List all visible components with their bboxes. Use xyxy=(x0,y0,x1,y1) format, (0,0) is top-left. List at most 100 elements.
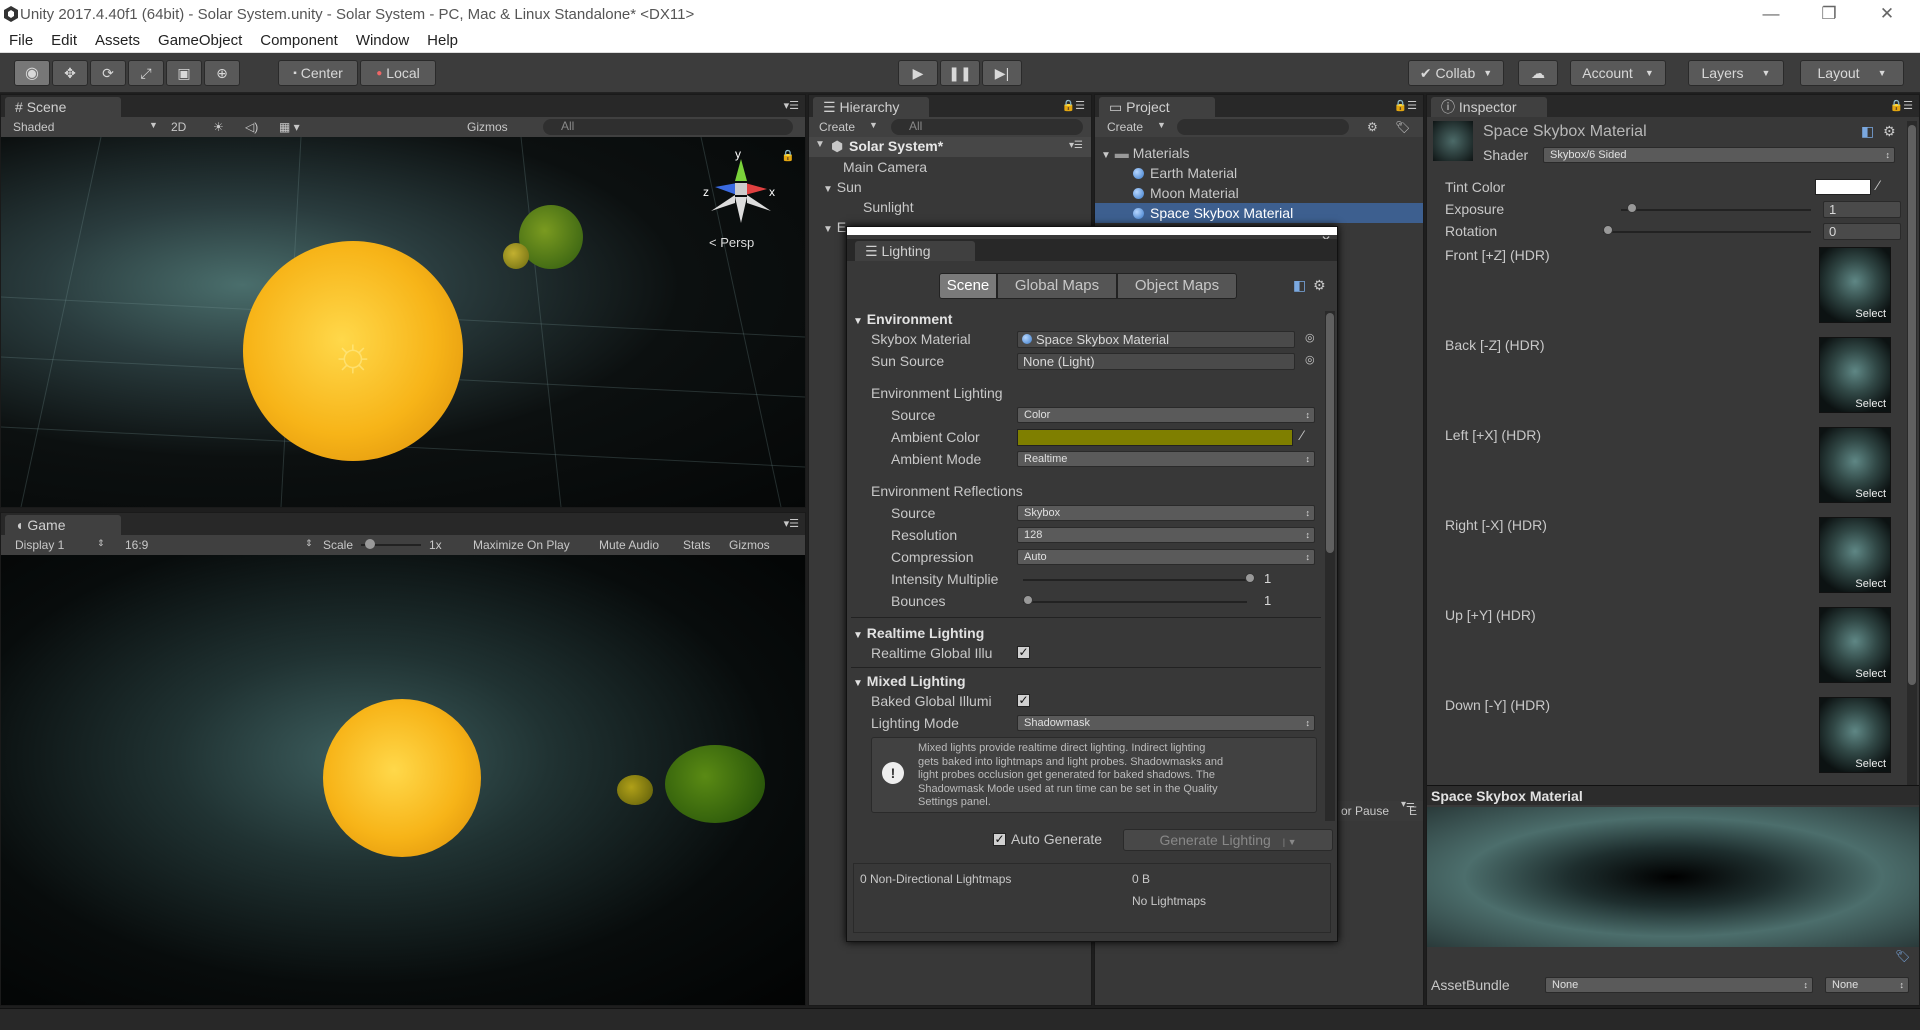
pivot-local-button[interactable]: ● Local xyxy=(360,60,436,86)
project-item-moon-material[interactable]: Moon Material xyxy=(1133,185,1239,201)
intensity-slider[interactable] xyxy=(1023,579,1247,581)
realtime-gi-checkbox[interactable]: ✓ xyxy=(1017,646,1030,659)
aspect-dropdown[interactable]: 16:9 xyxy=(125,538,148,552)
display-dropdown[interactable]: Display 1 xyxy=(15,538,64,552)
lock-icon[interactable]: 🔒 xyxy=(781,149,795,162)
lighting-toggle-icon[interactable]: ☀ xyxy=(213,120,224,134)
generate-lighting-button[interactable]: Generate Lighting | ▼ xyxy=(1123,829,1333,851)
select-label[interactable]: Select xyxy=(1855,578,1886,590)
earth-object[interactable] xyxy=(519,205,583,269)
bounces-slider-knob[interactable] xyxy=(1023,595,1033,605)
panel-menu-icon[interactable]: ▾☰ xyxy=(1401,801,1415,810)
account-button[interactable]: Account ▼ xyxy=(1570,60,1666,86)
help-book-icon[interactable]: ◧ xyxy=(1861,123,1874,140)
tab-scene[interactable]: # Scene xyxy=(5,97,121,117)
scene-search-input[interactable]: All xyxy=(543,119,793,135)
panel-menu-icon[interactable]: ▾☰ xyxy=(784,517,799,530)
assetbundle-variant-dropdown[interactable]: None xyxy=(1825,977,1909,993)
select-label[interactable]: Select xyxy=(1855,758,1886,770)
face-texture-down[interactable]: Select xyxy=(1819,697,1891,773)
lighting-mode-dropdown[interactable]: Shadowmask xyxy=(1017,715,1315,731)
menu-file[interactable]: File xyxy=(0,32,42,49)
face-texture-back[interactable]: Select xyxy=(1819,337,1891,413)
pivot-center-button[interactable]: ▪ Center xyxy=(278,60,358,86)
intensity-slider-knob[interactable] xyxy=(1245,573,1255,583)
shader-dropdown[interactable]: Skybox/6 Sided xyxy=(1543,147,1895,163)
skybox-preview[interactable] xyxy=(1427,807,1919,947)
filter-type-icon[interactable]: ⚙ xyxy=(1367,120,1378,134)
menu-help[interactable]: Help xyxy=(418,32,467,49)
project-item-space-skybox-material[interactable]: Space Skybox Material xyxy=(1095,203,1423,223)
game-gizmos-dropdown[interactable]: Gizmos xyxy=(729,538,770,552)
rotation-slider[interactable] xyxy=(1603,231,1811,233)
exposure-slider-knob[interactable] xyxy=(1627,203,1637,213)
hierarchy-item-sun[interactable]: ▼ Sun xyxy=(823,179,862,195)
game-viewport[interactable] xyxy=(1,555,805,1005)
hierarchy-item-main-camera[interactable]: Main Camera xyxy=(843,159,927,175)
scene-viewport[interactable]: ☼ y x z 🔒 < Persp xyxy=(1,137,805,507)
persp-label[interactable]: < Persp xyxy=(709,235,754,250)
refl-source-dropdown[interactable]: Skybox xyxy=(1017,505,1315,521)
env-source-dropdown[interactable]: Color xyxy=(1017,407,1315,423)
collab-button[interactable]: ✔ Collab ▼ xyxy=(1408,60,1504,86)
realtime-lighting-header[interactable]: ▼ Realtime Lighting xyxy=(853,625,984,641)
transform-tool-button[interactable]: ⊕ xyxy=(204,60,240,86)
settings-gear-icon[interactable]: ⚙ xyxy=(1883,123,1896,140)
help-book-icon[interactable]: ◧ xyxy=(1293,277,1306,294)
audio-toggle-icon[interactable]: ◁) xyxy=(245,120,258,134)
baked-gi-checkbox[interactable]: ✓ xyxy=(1017,694,1030,707)
resolution-dropdown[interactable]: 128 xyxy=(1017,527,1315,543)
sun-source-field[interactable]: None (Light) xyxy=(1017,353,1295,370)
mute-audio-toggle[interactable]: Mute Audio xyxy=(599,538,659,552)
select-label[interactable]: Select xyxy=(1855,398,1886,410)
compression-dropdown[interactable]: Auto xyxy=(1017,549,1315,565)
face-texture-up[interactable]: Select xyxy=(1819,607,1891,683)
cloud-button[interactable]: ☁ xyxy=(1518,60,1558,86)
tag-icon[interactable]: 🏷 xyxy=(1895,949,1910,963)
hand-tool-button[interactable]: ◉ xyxy=(14,60,50,86)
pause-button[interactable]: ❚❚ xyxy=(940,60,980,86)
lock-menu-icon[interactable]: 🔒☰ xyxy=(1889,99,1913,112)
menu-component[interactable]: Component xyxy=(251,32,347,49)
lighting-window-titlebar[interactable] xyxy=(847,227,1337,235)
exposure-field[interactable]: 1 xyxy=(1823,201,1901,218)
lighting-tab-global-maps[interactable]: Global Maps xyxy=(997,273,1117,299)
maximize-on-play-toggle[interactable]: Maximize On Play xyxy=(473,538,570,552)
lighting-scrollbar[interactable] xyxy=(1325,311,1335,821)
menu-assets[interactable]: Assets xyxy=(86,32,149,49)
project-folder-materials[interactable]: ▼ ▬ Materials xyxy=(1101,145,1189,161)
lock-menu-icon[interactable]: 🔒☰ xyxy=(1061,99,1085,112)
expand-icon[interactable]: ▼ xyxy=(815,139,825,150)
select-label[interactable]: Select xyxy=(1855,668,1886,680)
stats-toggle[interactable]: Stats xyxy=(683,538,710,552)
lighting-tab-object-maps[interactable]: Object Maps xyxy=(1117,273,1237,299)
ambient-mode-dropdown[interactable]: Realtime xyxy=(1017,451,1315,467)
bounces-field[interactable]: 1 xyxy=(1259,593,1317,610)
hierarchy-item-sunlight[interactable]: Sunlight xyxy=(863,199,914,215)
error-pause-toggle[interactable]: or Pause xyxy=(1341,804,1389,818)
restore-button[interactable]: ❐ xyxy=(1804,0,1854,29)
object-picker-icon[interactable]: ◎ xyxy=(1305,331,1315,344)
filter-label-icon[interactable]: 🏷 xyxy=(1395,120,1410,134)
project-search-input[interactable] xyxy=(1177,119,1349,135)
face-texture-front[interactable]: Select xyxy=(1819,247,1891,323)
exposure-slider[interactable] xyxy=(1621,209,1811,211)
menu-edit[interactable]: Edit xyxy=(42,32,86,49)
face-texture-left[interactable]: Select xyxy=(1819,427,1891,503)
hierarchy-create-dropdown[interactable]: Create xyxy=(819,120,855,134)
rotate-tool-button[interactable]: ⟳ xyxy=(90,60,126,86)
move-tool-button[interactable]: ✥ xyxy=(52,60,88,86)
project-create-dropdown[interactable]: Create xyxy=(1107,120,1143,134)
project-item-earth-material[interactable]: Earth Material xyxy=(1133,165,1237,181)
close-button[interactable]: ✕ xyxy=(1862,0,1912,29)
settings-gear-icon[interactable]: ⚙ xyxy=(1313,277,1326,294)
2d-toggle[interactable]: 2D xyxy=(171,120,186,134)
scale-tool-button[interactable]: ⤢ xyxy=(128,60,164,86)
face-texture-right[interactable]: Select xyxy=(1819,517,1891,593)
inspector-scrollbar[interactable] xyxy=(1907,121,1917,785)
object-picker-icon[interactable]: ◎ xyxy=(1305,353,1315,366)
tab-game[interactable]: ◖ Game xyxy=(5,515,121,535)
moon-object[interactable] xyxy=(503,243,529,269)
rotation-slider-knob[interactable] xyxy=(1603,225,1613,235)
lighting-tab-scene[interactable]: Scene xyxy=(939,273,997,299)
